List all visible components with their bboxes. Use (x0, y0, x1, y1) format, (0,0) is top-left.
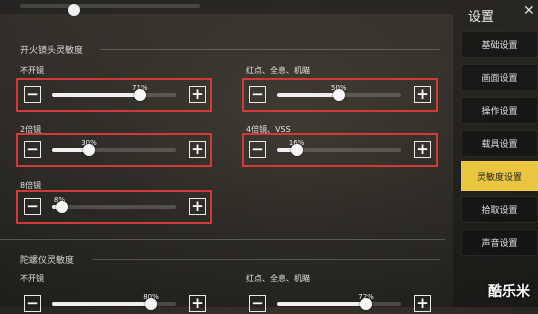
slider-label-gyro-red-dot: 红点、全息、机瞄 (246, 274, 310, 283)
slider-knob[interactable] (333, 89, 345, 101)
slider-no-scope[interactable]: − 71% + (24, 84, 206, 105)
tab-controls-settings[interactable]: 操作设置 (461, 97, 538, 124)
tab-sensitivity-settings[interactable]: 灵敏度设置 (461, 161, 538, 191)
slider-track[interactable]: 50% (277, 84, 401, 101)
slider-track[interactable]: 80% (52, 293, 176, 310)
minus-icon[interactable]: − (249, 86, 266, 103)
minus-icon[interactable]: − (249, 295, 266, 312)
slider-knob[interactable] (290, 144, 303, 156)
plus-icon[interactable]: + (189, 86, 206, 103)
tab-audio-settings[interactable]: 声音设置 (461, 229, 538, 256)
plus-icon[interactable]: + (189, 198, 206, 215)
minus-icon[interactable]: − (24, 198, 41, 215)
tab-graphics-settings[interactable]: 画面设置 (461, 64, 538, 91)
plus-icon[interactable]: + (414, 141, 431, 158)
slider-fill (277, 302, 367, 306)
section-divider (92, 259, 440, 260)
minus-icon[interactable]: − (24, 141, 41, 158)
slider-gyro-no-scope[interactable]: − 80% + (24, 293, 206, 314)
slider-track[interactable]: 71% (52, 84, 176, 101)
tab-basic-settings[interactable]: 基础设置 (461, 31, 538, 58)
top-slider-knob[interactable] (68, 4, 80, 16)
top-slider-row (0, 0, 453, 16)
top-slider-track[interactable] (20, 4, 200, 16)
tab-vehicle-settings[interactable]: 载具设置 (461, 130, 538, 157)
slider-label-red-dot: 红点、全息、机瞄 (246, 66, 310, 75)
minus-icon[interactable]: − (24, 295, 41, 312)
plus-icon[interactable]: + (414, 86, 431, 103)
slider-track[interactable]: 8% (52, 196, 176, 213)
page-title: 设置 (468, 10, 495, 25)
section-title-gyro: 陀螺仪灵敏度 (20, 256, 75, 266)
slider-fill (52, 93, 141, 97)
section-divider (100, 49, 440, 50)
slider-label-gyro-no-scope: 不开镜 (20, 274, 44, 283)
slider-knob[interactable] (134, 89, 147, 101)
section-title-fire-camera: 开火镜头灵敏度 (20, 46, 84, 56)
close-icon[interactable]: ✕ (523, 3, 535, 19)
slider-track[interactable]: 30% (52, 139, 176, 156)
minus-icon[interactable]: − (24, 86, 41, 103)
slider-knob[interactable] (55, 201, 68, 213)
slider-fill (52, 302, 152, 306)
slider-fill (277, 93, 339, 97)
watermark-logo: 酷乐米 (488, 284, 530, 300)
slider-track[interactable]: 16% (277, 139, 401, 156)
slider-track[interactable]: 72% (277, 293, 401, 310)
tab-pickup-settings[interactable]: 拾取设置 (461, 196, 538, 223)
plus-icon[interactable]: + (189, 295, 206, 312)
settings-side-menu: 设置 ✕ 基础设置 画面设置 操作设置 载具设置 灵敏度设置 拾取设置 声音设置 (453, 0, 538, 307)
section-divider (0, 239, 445, 240)
slider-8x-scope[interactable]: − 8% + (24, 196, 206, 217)
plus-icon[interactable]: + (414, 295, 431, 312)
plus-icon[interactable]: + (189, 141, 206, 158)
slider-knob[interactable] (83, 144, 96, 156)
slider-2x-scope[interactable]: − 30% + (24, 139, 206, 160)
slider-4x-scope[interactable]: − 16% + (249, 139, 431, 160)
slider-knob[interactable] (360, 298, 373, 310)
slider-label-no-scope: 不开镜 (20, 66, 44, 75)
slider-gyro-red-dot[interactable]: − 72% + (249, 293, 431, 314)
settings-main-panel: 开火镜头灵敏度 不开镜 − 71% + 红点、全息、机瞄 − 50% + 2倍镜… (0, 0, 453, 312)
minus-icon[interactable]: − (249, 141, 266, 158)
slider-knob[interactable] (145, 298, 158, 310)
slider-red-dot[interactable]: − 50% + (249, 84, 431, 105)
